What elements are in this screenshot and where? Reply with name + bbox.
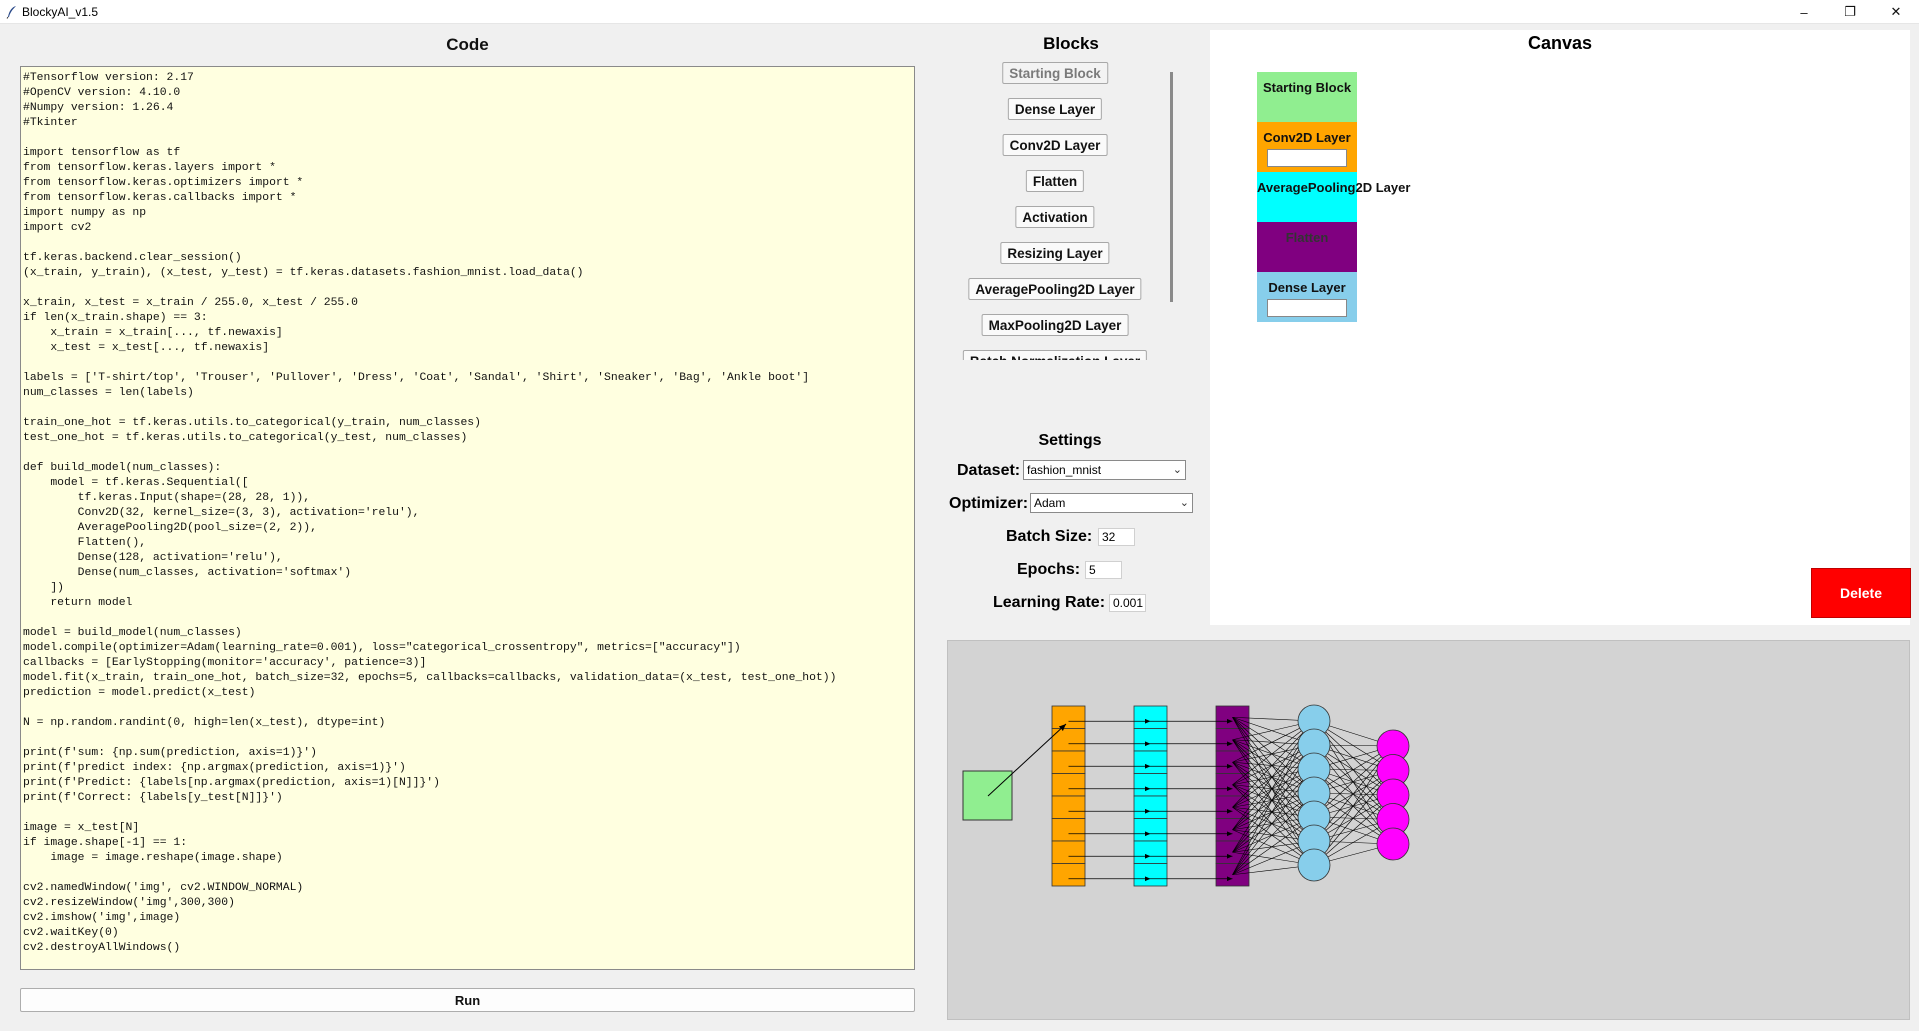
conv-cell — [1051, 750, 1086, 774]
blocks-list: Starting Block Dense Layer Conv2D Layer … — [960, 58, 1165, 360]
output-neuron — [1376, 827, 1410, 861]
canvas-block-starting[interactable]: Starting Block — [1257, 72, 1357, 122]
minimize-button[interactable]: – — [1781, 0, 1827, 24]
input-node — [962, 770, 1013, 821]
batch-size-row: Batch Size: 32 — [945, 526, 1195, 550]
epochs-label: Epochs: — [1017, 561, 1081, 578]
chevron-down-icon: ⌄ — [1172, 464, 1182, 476]
conv-cell — [1051, 840, 1086, 864]
pool-cell — [1133, 795, 1168, 819]
pool-cell — [1133, 750, 1168, 774]
optimizer-label: Optimizer: — [949, 495, 1029, 512]
pool-cell — [1133, 705, 1168, 729]
settings-title: Settings — [1038, 432, 1102, 449]
pool-cell — [1133, 773, 1168, 797]
settings-panel: Settings Dataset: fashion_mnist ⌄ Optimi… — [945, 430, 1195, 620]
close-button[interactable]: ✕ — [1873, 0, 1919, 24]
dataset-row: Dataset: fashion_mnist ⌄ — [945, 460, 1195, 484]
batch-size-input[interactable]: 32 — [1098, 528, 1135, 546]
pool-cell — [1133, 863, 1168, 887]
network-visualization — [947, 640, 1910, 1020]
epochs-row: Epochs: 5 — [945, 559, 1195, 583]
block-activation-button[interactable]: Activation — [1015, 206, 1095, 228]
block-flatten-button[interactable]: Flatten — [1025, 170, 1085, 192]
canvas-block-averagepooling2d[interactable]: AveragePooling2D Layer — [1257, 172, 1411, 222]
dense-param-input[interactable] — [1267, 299, 1347, 317]
run-button[interactable]: Run — [20, 988, 915, 1012]
code-editor[interactable]: #Tensorflow version: 2.17 #OpenCV versio… — [20, 66, 915, 970]
blocks-scrollbar[interactable] — [1170, 72, 1173, 302]
canvas-block-flatten[interactable]: Flatten — [1257, 222, 1357, 272]
dataset-select[interactable]: fashion_mnist ⌄ — [1023, 460, 1186, 480]
code-header: Code — [446, 35, 489, 54]
block-dense-layer-button[interactable]: Dense Layer — [1007, 98, 1103, 120]
batch-size-label: Batch Size: — [1006, 528, 1093, 545]
block-resizing-layer-button[interactable]: Resizing Layer — [1000, 242, 1110, 264]
feather-app-icon — [6, 6, 16, 19]
conv-cell — [1051, 795, 1086, 819]
dataset-value: fashion_mnist — [1027, 463, 1102, 477]
block-averagepooling2d-layer-button[interactable]: AveragePooling2D Layer — [968, 278, 1142, 300]
block-maxpooling2d-layer-button[interactable]: MaxPooling2D Layer — [981, 314, 1129, 336]
block-batch-normalization-button[interactable]: Batch Normalization Layer — [962, 350, 1148, 360]
blocks-header: Blocks — [1043, 34, 1099, 53]
title-bar: BlockyAI_v1.5 – ❐ ✕ — [0, 0, 1919, 24]
conv-cell — [1051, 773, 1086, 797]
pool-cell — [1133, 728, 1168, 752]
window-title: BlockyAI_v1.5 — [22, 5, 99, 19]
block-conv2d-layer-button[interactable]: Conv2D Layer — [1002, 134, 1108, 156]
canvas-block-label: Flatten — [1285, 230, 1329, 245]
epochs-input[interactable]: 5 — [1085, 561, 1122, 579]
delete-button[interactable]: Delete — [1811, 568, 1911, 618]
dense-neuron — [1297, 848, 1331, 882]
conv-cell — [1051, 705, 1086, 729]
canvas-block-label: AveragePooling2D Layer — [1257, 180, 1411, 195]
canvas-block-conv2d[interactable]: Conv2D Layer — [1257, 122, 1357, 172]
dataset-label: Dataset: — [957, 462, 1021, 479]
canvas-block-label: Dense Layer — [1268, 280, 1346, 295]
canvas-block-dense[interactable]: Dense Layer — [1257, 272, 1357, 322]
conv-cell — [1051, 818, 1086, 842]
canvas-block-label: Starting Block — [1262, 80, 1352, 95]
optimizer-value: Adam — [1034, 496, 1066, 510]
canvas-panel[interactable]: Canvas Starting Block Conv2D Layer Avera… — [1210, 30, 1910, 625]
optimizer-row: Optimizer: Adam ⌄ — [945, 493, 1195, 517]
code-text[interactable]: #Tensorflow version: 2.17 #OpenCV versio… — [23, 71, 912, 956]
canvas-block-label: Conv2D Layer — [1263, 130, 1351, 145]
maximize-button[interactable]: ❐ — [1827, 0, 1873, 24]
learning-rate-input[interactable]: 0.001 — [1109, 594, 1146, 612]
learning-rate-row: Learning Rate: 0.001 — [945, 592, 1195, 616]
chevron-down-icon: ⌄ — [1179, 497, 1189, 509]
conv2d-param-input[interactable] — [1267, 149, 1347, 167]
canvas-title: Canvas — [1527, 33, 1593, 53]
learning-rate-label: Learning Rate: — [993, 594, 1106, 611]
network-diagram — [962, 704, 1410, 887]
conv-cell — [1051, 863, 1086, 887]
pool-cell — [1133, 818, 1168, 842]
block-starting-block-button[interactable]: Starting Block — [1002, 62, 1108, 84]
optimizer-select[interactable]: Adam ⌄ — [1030, 493, 1193, 513]
pool-cell — [1133, 840, 1168, 864]
